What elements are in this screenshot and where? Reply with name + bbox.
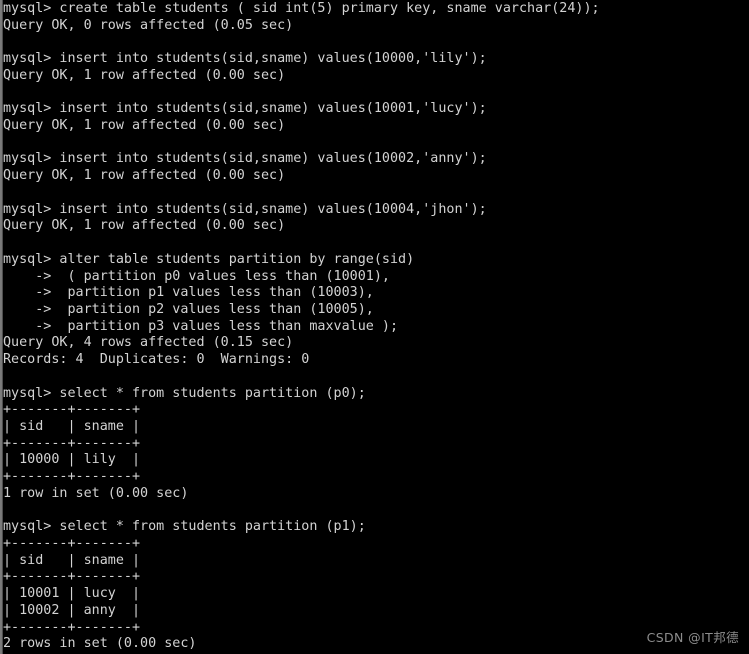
csdn-watermark: CSDN @IT邦德 bbox=[646, 630, 739, 645]
console-line: mysql> select * from students partition … bbox=[3, 519, 366, 535]
console-line: -> ( partition p0 values less than (1000… bbox=[3, 268, 390, 284]
console-line: -> partition p1 values less than (10003)… bbox=[3, 285, 374, 301]
console-line: | 10001 | lucy | bbox=[3, 586, 141, 602]
console-line: 1 row in set (0.00 sec) bbox=[3, 485, 189, 501]
terminal-window[interactable]: mysql> create table students ( sid int(5… bbox=[0, 0, 749, 654]
console-line: mysql> insert into students(sid,sname) v… bbox=[3, 51, 487, 67]
console-line: Query OK, 1 row affected (0.00 sec) bbox=[3, 168, 286, 184]
console-line: | sid | sname | bbox=[3, 552, 141, 568]
console-line: | 10000 | lily | bbox=[3, 452, 141, 468]
console-line: Query OK, 1 row affected (0.00 sec) bbox=[3, 218, 286, 234]
console-line: Records: 4 Duplicates: 0 Warnings: 0 bbox=[3, 352, 310, 368]
console-line: Query OK, 1 row affected (0.00 sec) bbox=[3, 67, 286, 83]
vertical-scrollbar[interactable] bbox=[0, 0, 3, 654]
console-line: | sid | sname | bbox=[3, 418, 141, 434]
console-line: +-------+-------+ bbox=[3, 569, 141, 585]
console-line: Query OK, 0 rows affected (0.05 sec) bbox=[3, 17, 294, 33]
console-line: +-------+-------+ bbox=[3, 469, 141, 485]
console-output[interactable]: mysql> create table students ( sid int(5… bbox=[3, 1, 749, 653]
console-line: 2 rows in set (0.00 sec) bbox=[3, 636, 197, 652]
console-line: -> partition p3 values less than maxvalu… bbox=[3, 318, 399, 334]
console-line: mysql> insert into students(sid,sname) v… bbox=[3, 101, 487, 117]
console-line: +-------+-------+ bbox=[3, 402, 141, 418]
console-line: +-------+-------+ bbox=[3, 536, 141, 551]
console-line: mysql> create table students ( sid int(5… bbox=[3, 1, 600, 16]
console-line: mysql> alter table students partition by… bbox=[3, 251, 415, 267]
console-line: +-------+-------+ bbox=[3, 619, 141, 635]
console-line: mysql> insert into students(sid,sname) v… bbox=[3, 151, 487, 167]
console-line: | 10002 | anny | bbox=[3, 602, 141, 618]
console-line: mysql> select * from students partition … bbox=[3, 385, 366, 401]
console-line: +-------+-------+ bbox=[3, 435, 141, 451]
console-line: Query OK, 1 row affected (0.00 sec) bbox=[3, 118, 286, 134]
console-line: Query OK, 4 rows affected (0.15 sec) bbox=[3, 335, 294, 351]
console-line: -> partition p2 values less than (10005)… bbox=[3, 301, 374, 317]
console-line: mysql> insert into students(sid,sname) v… bbox=[3, 201, 487, 217]
